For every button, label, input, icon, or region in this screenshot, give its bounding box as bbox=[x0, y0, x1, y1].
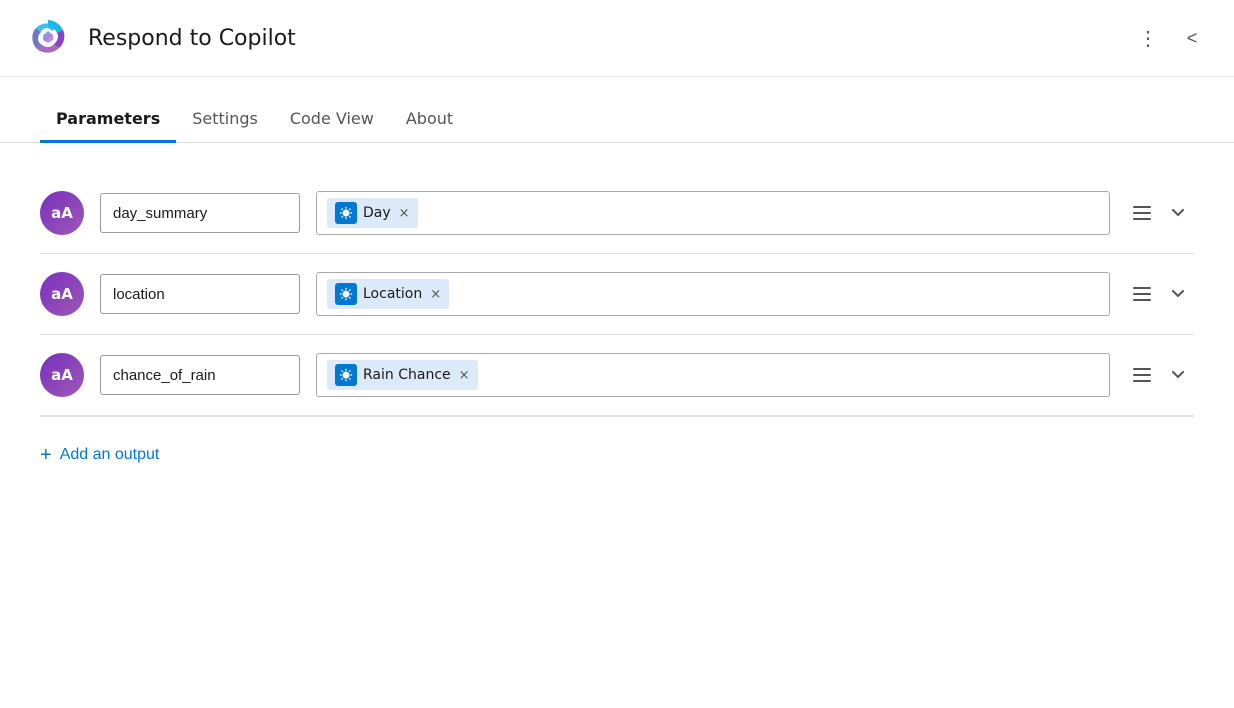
tag-icon-rain-chance bbox=[335, 364, 357, 386]
row-expand-location[interactable] bbox=[1162, 278, 1194, 310]
tab-settings[interactable]: Settings bbox=[176, 97, 274, 143]
avatar-day-summary: aA bbox=[40, 191, 84, 235]
param-row-day-summary: aA Day × bbox=[40, 173, 1194, 254]
param-value-chance-of-rain: Rain Chance × bbox=[316, 353, 1110, 397]
avatar-location: aA bbox=[40, 272, 84, 316]
row-menu-location[interactable] bbox=[1126, 278, 1158, 310]
row-expand-chance-of-rain[interactable] bbox=[1162, 359, 1194, 391]
row-menu-day-summary[interactable] bbox=[1126, 197, 1158, 229]
tag-label-day: Day bbox=[363, 205, 391, 221]
header-actions: ⋮ < bbox=[1130, 20, 1210, 56]
param-value-day-summary: Day × bbox=[316, 191, 1110, 235]
header: Respond to Copilot ⋮ < bbox=[0, 0, 1234, 77]
param-name-location[interactable] bbox=[100, 274, 300, 314]
tab-code-view[interactable]: Code View bbox=[274, 97, 390, 143]
tag-rain-chance: Rain Chance × bbox=[327, 360, 478, 390]
tab-about[interactable]: About bbox=[390, 97, 469, 143]
back-button[interactable]: < bbox=[1174, 20, 1210, 56]
row-actions-day-summary bbox=[1126, 197, 1194, 229]
row-actions-location bbox=[1126, 278, 1194, 310]
tag-close-location[interactable]: × bbox=[430, 287, 441, 302]
tag-label-rain-chance: Rain Chance bbox=[363, 367, 451, 383]
add-output-plus: + bbox=[40, 445, 52, 465]
add-output-button[interactable]: + Add an output bbox=[40, 441, 159, 469]
tag-location: Location × bbox=[327, 279, 449, 309]
param-row-chance-of-rain: aA Rain Chance bbox=[40, 335, 1194, 416]
param-name-day-summary[interactable] bbox=[100, 193, 300, 233]
bottom-divider bbox=[40, 416, 1194, 417]
more-options-button[interactable]: ⋮ bbox=[1130, 20, 1166, 56]
main-content: aA Day × bbox=[0, 143, 1234, 499]
param-row-location: aA Location bbox=[40, 254, 1194, 335]
row-expand-day-summary[interactable] bbox=[1162, 197, 1194, 229]
tag-label-location: Location bbox=[363, 286, 422, 302]
tag-icon-location bbox=[335, 283, 357, 305]
avatar-chance-of-rain: aA bbox=[40, 353, 84, 397]
add-output-label: Add an output bbox=[60, 446, 160, 464]
row-actions-chance-of-rain bbox=[1126, 359, 1194, 391]
tag-day: Day × bbox=[327, 198, 418, 228]
param-name-chance-of-rain[interactable] bbox=[100, 355, 300, 395]
param-value-location: Location × bbox=[316, 272, 1110, 316]
page-title: Respond to Copilot bbox=[88, 26, 1130, 51]
app-logo bbox=[24, 14, 72, 62]
tab-parameters[interactable]: Parameters bbox=[40, 97, 176, 143]
tabs: Parameters Settings Code View About bbox=[0, 97, 1234, 143]
tag-icon-day bbox=[335, 202, 357, 224]
tag-close-rain-chance[interactable]: × bbox=[459, 368, 470, 383]
tag-close-day[interactable]: × bbox=[399, 206, 410, 221]
row-menu-chance-of-rain[interactable] bbox=[1126, 359, 1158, 391]
